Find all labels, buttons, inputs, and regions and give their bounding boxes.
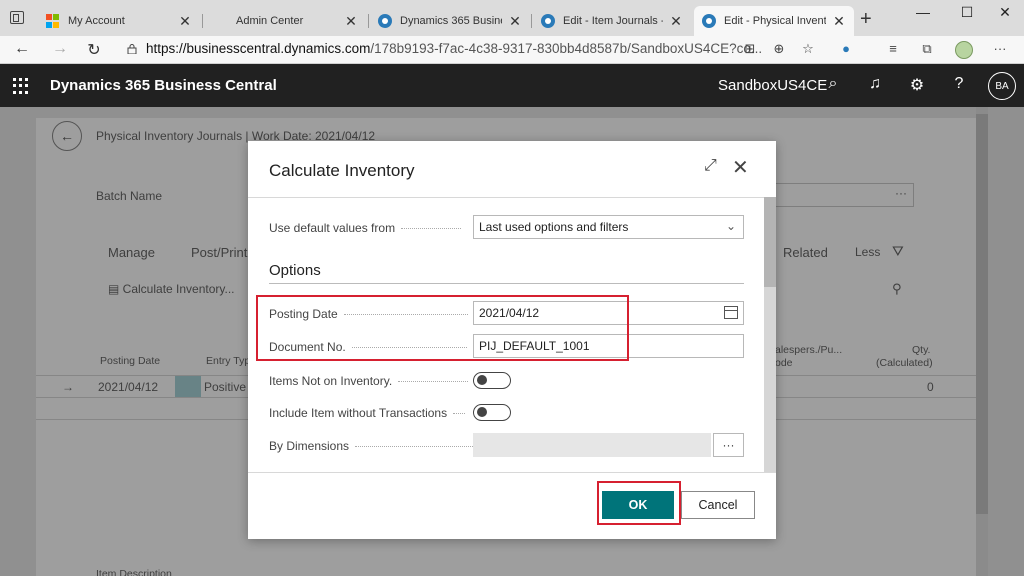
expand-icon[interactable]: ⤢ [704,157,717,175]
by-dimensions-assist-button[interactable]: ··· [713,433,744,457]
browser-tab-d365[interactable]: Dynamics 365 Business Ce ✕ [370,6,530,36]
dialog-header-divider [248,197,776,198]
url-host: https://businesscentral.dynamics.com [146,41,371,56]
dotted-leader [398,380,469,382]
default-values-label-row: Use default values from [269,221,462,235]
by-dimensions-label: By Dimensions [269,439,350,453]
chevron-down-icon: ⌄ [725,219,736,233]
browser-tab-physical-inventory[interactable]: Edit - Physical Inventory J ✕ [694,6,854,36]
include-without-tx-toggle[interactable] [473,404,511,421]
cancel-button[interactable]: Cancel [681,491,755,519]
tab-title: My Account [68,15,125,27]
close-tab-icon[interactable]: ✕ [508,13,522,30]
close-tab-icon[interactable]: ✕ [178,13,192,30]
close-tab-icon[interactable]: ✕ [832,13,846,30]
app-launcher-icon[interactable] [13,78,29,94]
blank-favicon-icon [214,14,228,28]
collections-icon[interactable]: ⧉ [918,41,936,57]
tab-separator [202,14,203,28]
window-menu-icon[interactable] [10,11,24,24]
calendar-icon[interactable] [724,306,738,319]
default-values-label: Use default values from [269,221,396,235]
browser-tab-item-journals[interactable]: Edit - Item Journals - Dyn ✕ [533,6,691,36]
default-values-select[interactable]: Last used options and filters ⌄ [473,215,744,239]
environment-name: SandboxUS4CE [718,77,828,94]
include-without-tx-label: Include Item without Transactions [269,406,448,420]
tab-separator [531,14,532,28]
app-header: Dynamics 365 Business Central SandboxUS4… [0,64,1024,107]
dialog-scrollbar-thumb[interactable] [764,197,776,287]
extension-icon[interactable]: ● [837,41,855,56]
options-divider [269,283,744,284]
reload-icon[interactable]: ↻ [84,40,104,60]
tab-title: Edit - Physical Inventory J [724,15,826,27]
items-not-on-inventory-toggle[interactable] [473,372,511,389]
browser-tab-strip: My Account ✕ Admin Center ✕ Dynamics 365… [0,0,1024,36]
dotted-leader [401,227,462,229]
tab-separator [368,14,369,28]
toggle-knob [477,375,487,385]
close-window-icon[interactable]: ✕ [990,4,1020,21]
url-path: /178b9193-f7ac-4c38-9317-830bb4d8587b/Sa… [370,41,763,56]
highlight-ok-button [597,481,681,525]
browser-tab-my-account[interactable]: My Account ✕ [38,6,200,36]
minimize-icon[interactable]: — [908,4,938,20]
favorite-icon[interactable]: ☆ [799,41,817,57]
maximize-icon[interactable]: ☐ [952,4,982,21]
read-aloud-icon[interactable]: ⊞ [741,41,759,57]
help-icon[interactable]: ? [948,75,970,93]
zoom-icon[interactable]: ⊕ [770,41,788,57]
default-values-value: Last used options and filters [479,220,629,234]
search-icon[interactable]: ⌕ [822,75,844,93]
items-not-on-inventory-label: Items Not on Inventory. [269,374,393,388]
dynamics-favicon-icon [378,14,392,28]
more-icon[interactable]: ··· [991,41,1009,56]
address-bar: ← → ↻ https://businesscentral.dynamics.c… [0,36,1024,64]
gear-icon[interactable]: ⚙ [906,75,928,95]
back-icon[interactable]: ← [12,40,32,58]
toggle-knob [477,407,487,417]
forward-icon[interactable]: → [50,40,70,58]
dialog-title: Calculate Inventory [269,161,415,180]
dialog-footer-divider [248,472,776,473]
favorites-list-icon[interactable]: ≡ [884,41,902,56]
tab-title: Dynamics 365 Business Ce [400,15,502,27]
close-tab-icon[interactable]: ✕ [344,13,358,30]
close-icon[interactable]: ✕ [732,155,749,180]
new-tab-icon[interactable]: + [860,8,872,31]
browser-profile-avatar[interactable] [955,41,973,59]
url-input[interactable]: https://businesscentral.dynamics.com/178… [146,41,762,56]
options-section-title: Options [269,262,321,279]
user-avatar[interactable]: BA [988,72,1016,100]
tab-title: Edit - Item Journals - Dyn [563,15,663,27]
browser-tab-admin-center[interactable]: Admin Center ✕ [206,6,366,36]
highlight-posting-fields [256,295,629,361]
app-name: Dynamics 365 Business Central [50,77,277,94]
dynamics-favicon-icon [541,14,555,28]
bell-icon[interactable]: ♫ [864,75,886,93]
items-not-on-inventory-label-row: Items Not on Inventory. [269,374,469,388]
lock-icon[interactable] [127,44,137,54]
by-dimensions-input[interactable] [473,433,711,457]
dynamics-favicon-icon [702,14,716,28]
dotted-leader [453,412,466,414]
microsoft-logo-icon [46,14,60,28]
by-dimensions-label-row: By Dimensions [269,439,476,453]
dotted-leader [355,445,476,447]
close-tab-icon[interactable]: ✕ [669,13,683,30]
tab-title: Admin Center [236,15,304,27]
include-without-tx-label-row: Include Item without Transactions [269,406,466,420]
